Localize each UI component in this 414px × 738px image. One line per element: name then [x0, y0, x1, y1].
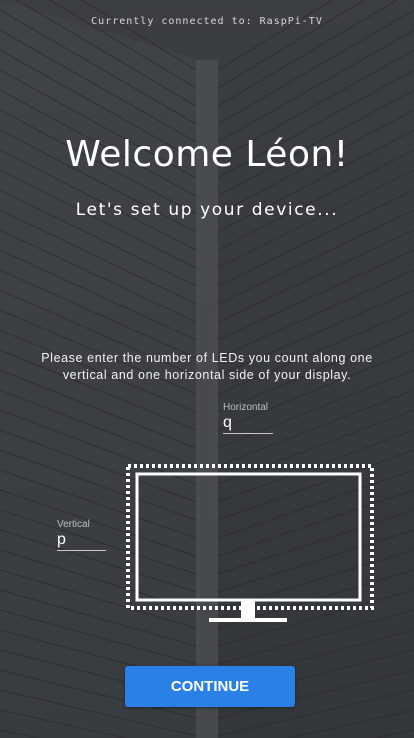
welcome-heading: Welcome Léon!	[65, 134, 349, 175]
tv-monitor-icon	[126, 464, 374, 622]
horizontal-led-input[interactable]: q	[223, 414, 273, 434]
led-instruction-text: Please enter the number of LEDs you coun…	[41, 351, 373, 382]
setup-subtitle: Let's set up your device...	[75, 200, 339, 220]
connection-status: Currently connected to: RaspPi-TV	[91, 16, 323, 27]
setup-screen: Currently connected to: RaspPi-TV Welcom…	[0, 0, 414, 738]
horizontal-led-field[interactable]: Horizontal q	[223, 402, 273, 434]
continue-button[interactable]: CONTINUE	[125, 666, 295, 707]
vertical-led-input[interactable]: p	[57, 531, 106, 551]
horizontal-field-label: Horizontal	[223, 402, 269, 413]
vertical-field-label: Vertical	[57, 519, 90, 530]
vertical-led-field[interactable]: Vertical p	[57, 519, 106, 551]
